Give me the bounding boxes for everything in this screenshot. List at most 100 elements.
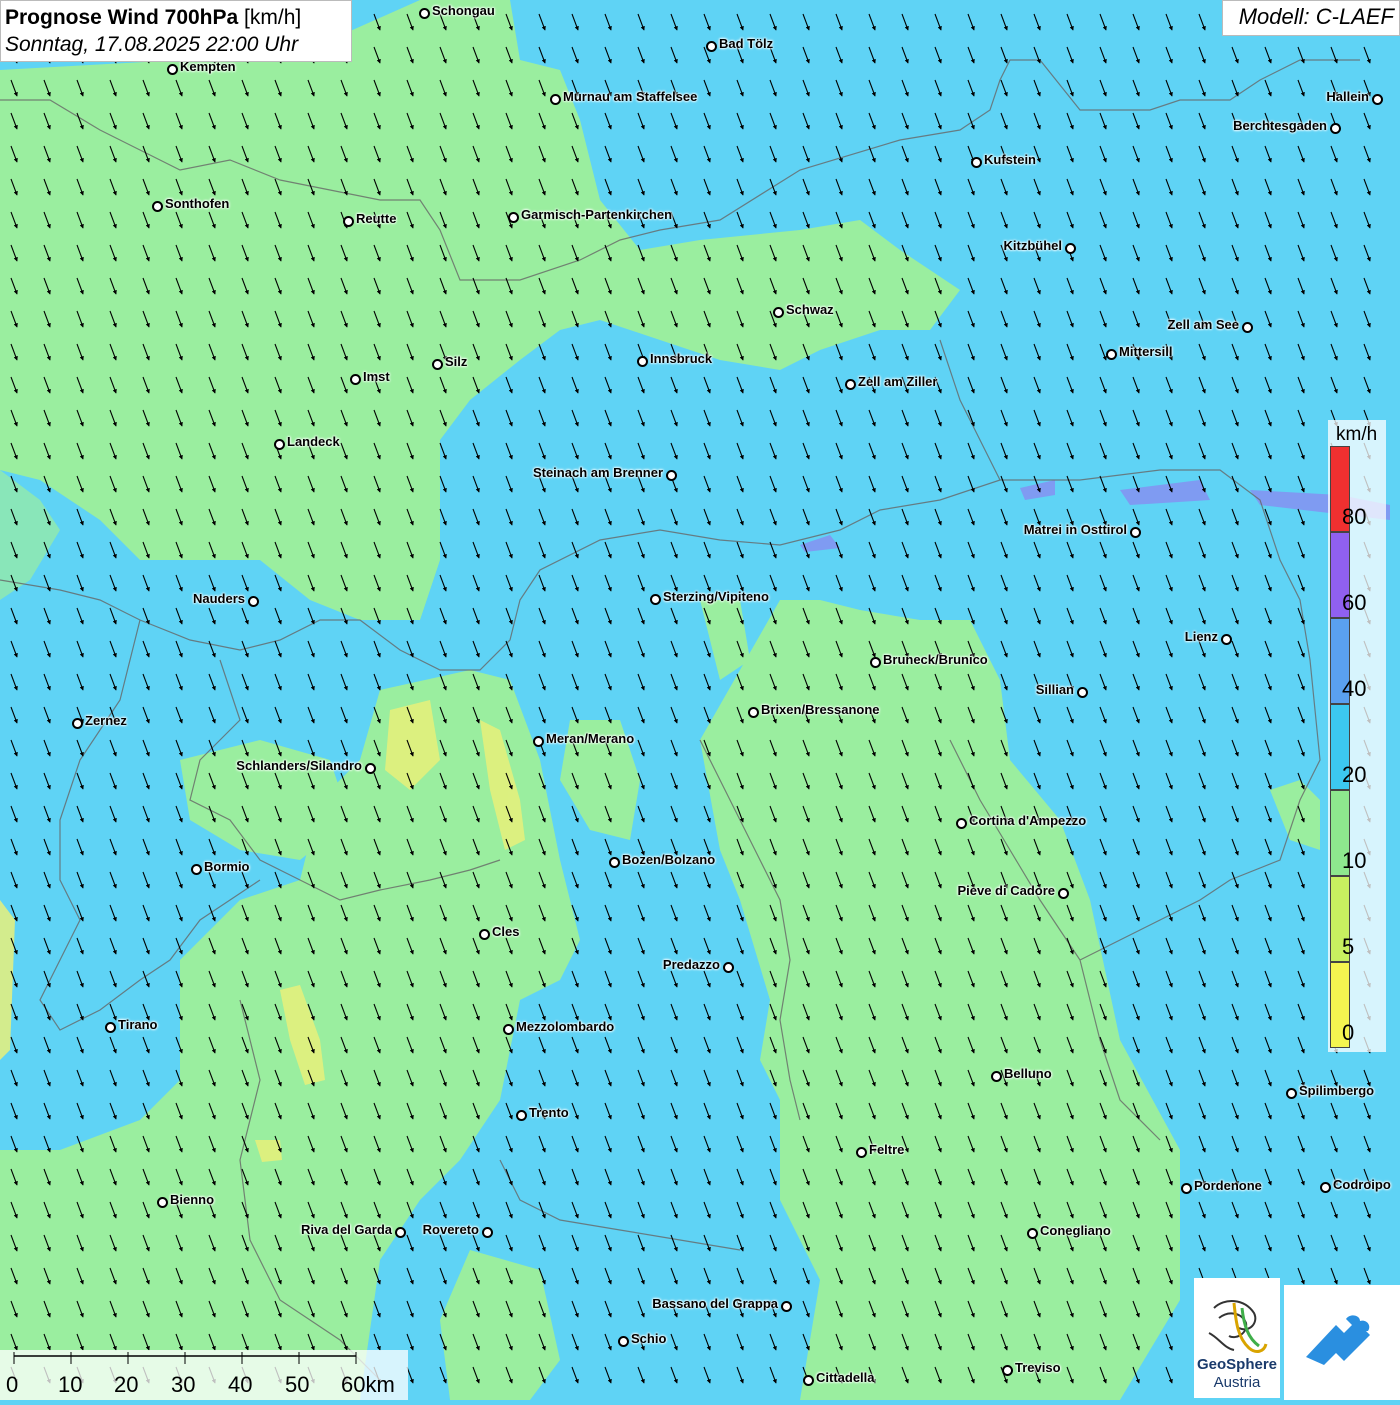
city-label: Kufstein [984, 152, 1036, 167]
map-title-unit: [km/h] [238, 6, 302, 29]
city-marker [479, 929, 490, 940]
legend-tick-label: 20 [1342, 762, 1367, 787]
legend-tick-label: 5 [1342, 934, 1355, 959]
map-title-main: Prognose Wind 700hPa [5, 6, 239, 29]
map-title-box: Prognose Wind 700hPa [km/h] Sonntag, 17.… [0, 0, 352, 62]
city-label: Garmisch-Partenkirchen [521, 207, 673, 222]
city-marker [1002, 1365, 1013, 1376]
city-marker [1181, 1183, 1192, 1194]
city-marker [550, 94, 561, 105]
scale-tick-label: 30 [171, 1372, 196, 1397]
app-logo [1284, 1285, 1400, 1400]
city-label: Trento [529, 1105, 569, 1120]
city-label: Sillian [1035, 682, 1074, 697]
city-marker [516, 1110, 527, 1121]
city-marker [1130, 527, 1141, 538]
city-label: Cles [492, 924, 520, 939]
city-label: Schongau [432, 3, 495, 18]
city-marker [637, 356, 648, 367]
geosphere-logo: GeoSphere Austria [1194, 1278, 1280, 1398]
city-marker [1242, 322, 1253, 333]
city-label: Bienno [170, 1192, 215, 1207]
city-label: Zell am See [1167, 317, 1239, 332]
city-label: Schwaz [786, 302, 834, 317]
legend-tick-label: 80 [1342, 504, 1367, 529]
city-marker [971, 157, 982, 168]
legend-tick-label: 10 [1342, 848, 1367, 873]
legend-tick-label: 40 [1342, 676, 1367, 701]
city-label: Feltre [869, 1142, 905, 1157]
legend-unit: km/h [1336, 424, 1378, 445]
city-label: Pordenone [1194, 1178, 1262, 1193]
city-marker [343, 216, 354, 227]
scale-tick-label: 60km [341, 1372, 395, 1397]
city-marker [1106, 349, 1117, 360]
city-label: Lienz [1184, 629, 1218, 644]
forecast-datetime: Sonntag, 17.08.2025 22:00 Uhr [5, 33, 299, 56]
city-label: Meran/Merano [546, 731, 635, 746]
geosphere-country: Austria [1213, 1374, 1261, 1391]
city-marker [72, 718, 83, 729]
city-marker [856, 1147, 867, 1158]
city-marker [1221, 634, 1232, 645]
city-label: Spilimbergo [1299, 1083, 1375, 1098]
city-marker [956, 818, 967, 829]
city-marker [1320, 1182, 1331, 1193]
city-marker [773, 307, 784, 318]
model-label: Modell: C-LAEF [1222, 0, 1400, 36]
city-label: Cortina d'Ampezzo [969, 813, 1087, 828]
app-logo-icon [1306, 1315, 1370, 1365]
city-label: Riva del Garda [300, 1222, 392, 1237]
city-marker [991, 1071, 1002, 1082]
color-legend: km/h 0 5 10 20 40 60 80 [1328, 420, 1386, 1052]
city-label: Bassano del Grappa [652, 1296, 778, 1311]
city-marker [723, 962, 734, 973]
map-title: Prognose Wind 700hPa [km/h] [5, 4, 347, 31]
city-marker [274, 439, 285, 450]
city-marker [1065, 243, 1076, 254]
city-label: Schio [631, 1331, 667, 1346]
city-label: Bad Tölz [719, 36, 774, 51]
city-marker [167, 64, 178, 75]
city-marker [845, 379, 856, 390]
city-label: Zernez [85, 713, 127, 728]
city-marker [365, 763, 376, 774]
city-label: Murnau am Staffelsee [563, 89, 698, 104]
city-label: Conegliano [1040, 1223, 1111, 1238]
city-marker [152, 201, 163, 212]
scale-tick-label: 50 [285, 1372, 310, 1397]
scale-tick-label: 20 [114, 1372, 139, 1397]
scale-bar: 0 10 20 30 40 50 60km [0, 1350, 408, 1400]
city-label: Bormio [204, 859, 250, 874]
city-label: Pieve di Cadore [957, 883, 1055, 898]
city-marker [1286, 1088, 1297, 1099]
legend-tick-label: 60 [1342, 590, 1367, 615]
city-label: Treviso [1015, 1360, 1061, 1375]
city-marker [432, 359, 443, 370]
geosphere-name: GeoSphere [1196, 1356, 1278, 1373]
city-label: Berchtesgaden [1233, 118, 1327, 133]
city-label: Mezzolombardo [516, 1019, 615, 1034]
city-marker [870, 657, 881, 668]
city-label: Sonthofen [165, 196, 230, 211]
city-label: Steinach am Brenner [532, 465, 663, 480]
city-marker [482, 1227, 493, 1238]
city-label: Landeck [287, 434, 340, 449]
city-marker [191, 864, 202, 875]
city-marker [419, 8, 430, 19]
city-marker [609, 857, 620, 868]
city-label: Rovereto [422, 1222, 479, 1237]
city-marker [157, 1197, 168, 1208]
city-label: Bozen/Bolzano [622, 852, 716, 867]
city-marker [781, 1301, 792, 1312]
city-marker [1372, 94, 1383, 105]
city-label: Kempten [180, 59, 236, 74]
city-marker [503, 1024, 514, 1035]
city-label: Imst [363, 369, 390, 384]
city-marker [706, 41, 717, 52]
city-marker [803, 1375, 814, 1386]
city-label: Matrei in Osttirol [1023, 522, 1127, 537]
city-label: Bruneck/Brunico [883, 652, 988, 667]
city-label: Codroipo [1333, 1177, 1391, 1192]
city-marker [248, 596, 259, 607]
